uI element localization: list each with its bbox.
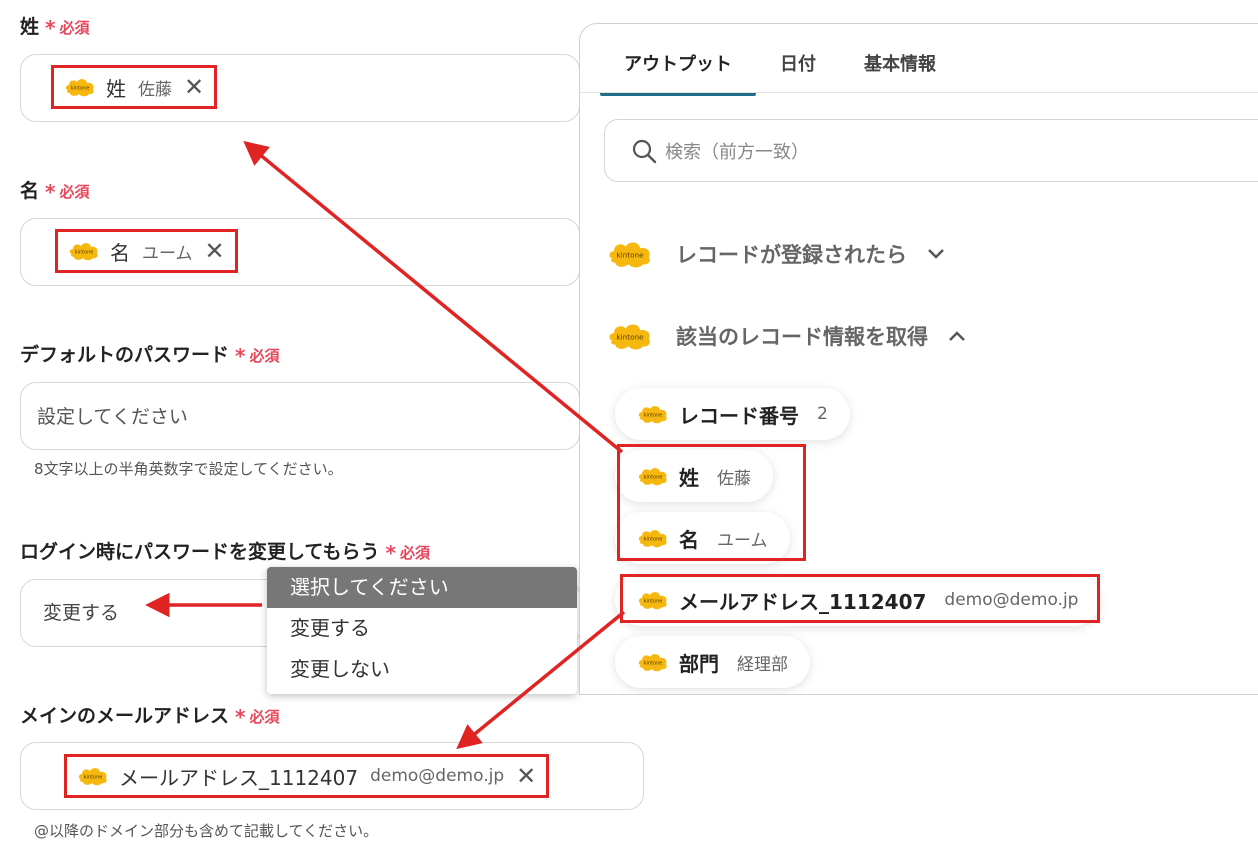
kintone-logo-icon [606, 238, 654, 270]
password-hint: 8文字以上の半角英数字で設定してください。 [34, 460, 343, 478]
required-badge: * 必須 [235, 344, 280, 368]
dropdown-option[interactable]: 選択してください [267, 567, 577, 608]
kintone-logo-icon [606, 320, 654, 352]
last-name-chip[interactable]: 姓 佐藤 ✕ [51, 65, 218, 109]
kintone-logo-icon [64, 76, 96, 98]
section-record-registered[interactable]: レコードが登録されたら [606, 238, 945, 270]
close-icon[interactable]: ✕ [184, 75, 204, 99]
first-name-chip[interactable]: 名 ユーム ✕ [55, 229, 238, 273]
required-badge: * 必須 [235, 705, 280, 729]
tab-bar: アウトプット 日付 基本情報 [600, 44, 960, 96]
email-label: メインのメールアドレス * 必須 [20, 705, 280, 729]
chevron-down-icon[interactable] [927, 244, 945, 265]
search-input[interactable]: 検索（前方一致） [604, 119, 1258, 182]
close-icon[interactable]: ✕ [205, 239, 225, 263]
change-password-dropdown[interactable]: 選択してください 変更する 変更しない [267, 567, 577, 694]
required-badge: * 必須 [45, 180, 90, 204]
tab-basic-info[interactable]: 基本情報 [840, 44, 960, 96]
email-hint: @以降のドメイン部分も含めて記載してください。 [34, 822, 379, 840]
chevron-up-icon[interactable] [948, 326, 966, 347]
dropdown-option[interactable]: 変更しない [267, 649, 577, 690]
kintone-logo-icon [637, 403, 669, 425]
highlight-name-outputs [617, 444, 806, 561]
kintone-logo-icon [77, 765, 109, 787]
password-placeholder: 設定してください [37, 406, 188, 428]
output-chip-record-number[interactable]: レコード番号 2 [615, 388, 850, 440]
output-chip-department[interactable]: 部門 経理部 [615, 636, 810, 688]
kintone-logo-icon [637, 651, 669, 673]
kintone-logo-icon [68, 240, 100, 262]
search-icon [632, 139, 657, 163]
password-label: デフォルトのパスワード * 必須 [20, 344, 280, 368]
tab-date[interactable]: 日付 [756, 44, 840, 96]
last-name-label: 姓 * 必須 [20, 16, 90, 40]
tab-output[interactable]: アウトプット [600, 44, 756, 96]
dropdown-option[interactable]: 変更する [267, 608, 577, 649]
first-name-label: 名 * 必須 [20, 180, 90, 204]
tab-divider [580, 92, 1258, 93]
highlight-email-output [620, 574, 1100, 623]
change-password-label: ログイン時にパスワードを変更してもらう * 必須 [20, 541, 430, 565]
required-badge: * 必須 [45, 16, 90, 40]
email-chip[interactable]: メールアドレス_1112407 demo@demo.jp ✕ [64, 754, 550, 798]
close-icon[interactable]: ✕ [516, 764, 536, 788]
change-password-value: 変更する [43, 602, 120, 624]
section-get-record[interactable]: 該当のレコード情報を取得 [606, 320, 966, 352]
required-badge: * 必須 [385, 541, 430, 565]
